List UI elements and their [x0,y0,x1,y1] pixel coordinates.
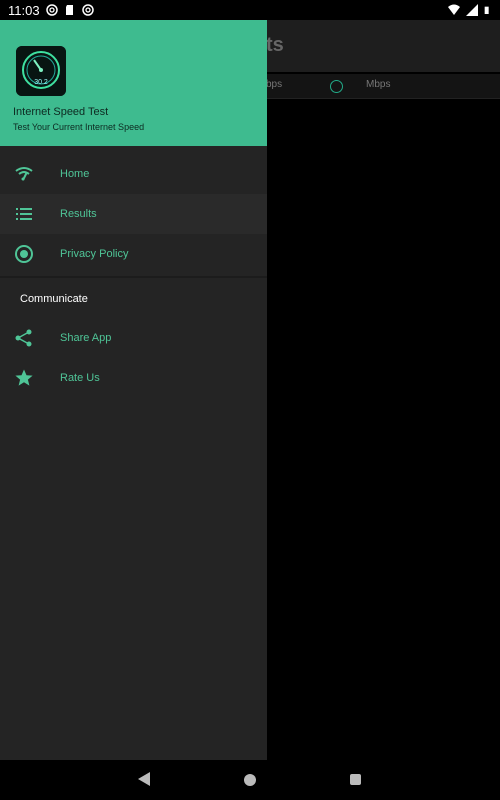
system-nav-bar [0,760,500,800]
drawer-item-results[interactable]: Results [0,194,267,234]
drawer-item-label: Privacy Policy [60,248,129,260]
section-title-communicate: Communicate [20,293,88,305]
battery-icon [484,6,489,14]
navigation-drawer: 30.2 Internet Speed Test Test Your Curre… [0,20,267,760]
app-subtitle: Test Your Current Internet Speed [13,122,145,132]
drawer-item-label: Rate Us [60,372,100,384]
recents-icon[interactable] [350,774,361,785]
drawer-item-share-app[interactable]: Share App [0,318,267,358]
at-sign-icon [45,4,58,16]
radio-icon [15,245,33,263]
list-icon [16,208,32,220]
drawer-item-label: Results [60,208,97,220]
sd-card-icon [65,5,73,15]
app-logo: 30.2 [16,46,66,96]
status-time: 11:03 [8,2,40,18]
app-title: Internet Speed Test [13,106,109,118]
home-icon[interactable] [244,774,256,786]
drawer-spacer [0,146,267,154]
status-bar: 11:03 [0,0,500,20]
logo-speed-value: 30.2 [34,79,48,86]
wifi-icon [15,167,33,181]
status-left: 11:03 [8,3,94,18]
drawer-item-label: Share App [60,332,112,344]
background-unit-right: Mbps [366,79,391,90]
share-icon [15,329,32,347]
status-right [448,4,492,16]
wifi-signal-icon [448,4,460,15]
drawer-item-home[interactable]: Home [0,154,267,194]
star-icon [15,369,33,386]
speedometer-icon: 30.2 [16,46,66,96]
drawer-header: 30.2 Internet Speed Test Test Your Curre… [0,20,267,146]
drawer-item-label: Home [60,168,90,180]
cell-signal-icon [466,4,478,16]
drawer-item-rate-us[interactable]: Rate Us [0,358,267,398]
drawer-divider [0,276,267,278]
upload-icon [330,80,343,93]
drawer-item-privacy-policy[interactable]: Privacy Policy [0,234,267,274]
at-sign-icon-2 [81,4,94,16]
background-title: ts [266,34,284,56]
background-unit-left: bps [266,79,283,90]
back-icon[interactable] [138,772,150,786]
